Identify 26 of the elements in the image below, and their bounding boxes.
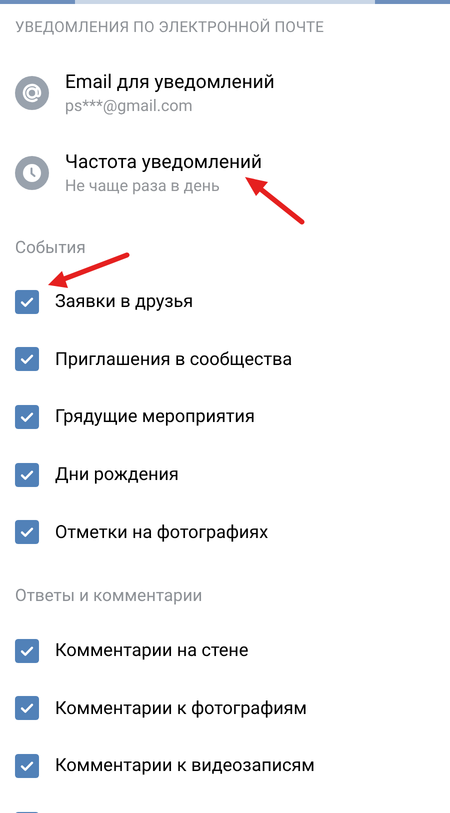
checkbox[interactable]: [15, 462, 39, 487]
checkbox[interactable]: [15, 290, 39, 314]
checkbox-label: Комментарии к видеозаписям: [55, 754, 315, 778]
checkbox-label: Дни рождения: [55, 463, 179, 488]
checkbox-label: Приглашения в сообщества: [55, 348, 292, 372]
arrow-annotation: [245, 177, 304, 224]
checkbox[interactable]: [15, 404, 39, 429]
section-header: УВЕДОМЛЕНИЯ ПО ЭЛЕКТРОННОЙ ПОЧТЕ: [15, 16, 324, 38]
checkbox[interactable]: [15, 347, 39, 372]
checkbox-label: Отметки на фотографиях: [55, 520, 268, 545]
checkbox-label: Заявки в друзья: [55, 290, 194, 314]
checkbox-label: Грядущие мероприятия: [55, 405, 255, 430]
section-header: События: [15, 236, 86, 260]
setting-value: ps***@gmail.com: [65, 94, 194, 116]
clock-icon: [15, 156, 49, 190]
setting-title[interactable]: Частота уведомлений: [65, 148, 262, 174]
checkbox[interactable]: [15, 696, 39, 720]
checkbox[interactable]: [15, 638, 39, 663]
section-header: Ответы и комментарии: [15, 584, 202, 608]
checkbox-label: Комментарии к фотографиям: [55, 696, 307, 721]
setting-title[interactable]: Email для уведомлений: [65, 68, 275, 94]
checkbox[interactable]: [15, 520, 39, 544]
checkbox[interactable]: [15, 754, 39, 778]
setting-value: Не чаще раза в день: [65, 174, 221, 196]
checkbox-label: Комментарии на стене: [55, 639, 248, 664]
at-sign-icon: [15, 76, 49, 110]
